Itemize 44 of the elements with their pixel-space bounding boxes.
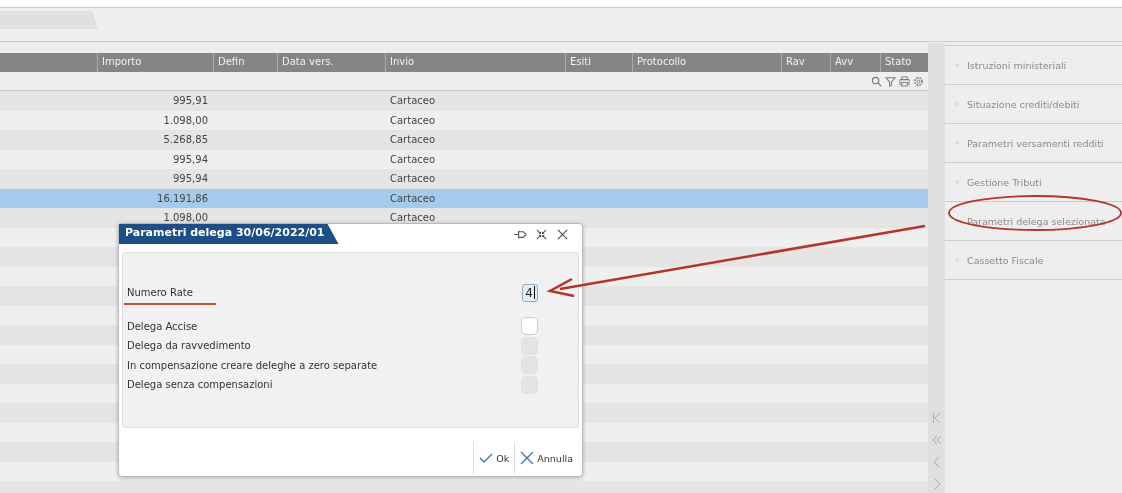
checkbox-label: Delega senza compensazioni [127,379,273,391]
table-cell: Cartaceo [390,95,436,107]
table-cell: Cartaceo [390,192,436,204]
field-label: Numero Rate [127,287,193,299]
sidebar-item[interactable]: Parametri delega selezionata [945,202,1122,241]
table-row[interactable]: 16.191,86 Cartaceo [0,188,928,208]
collapse-icon[interactable] [534,227,549,241]
table-cell: 995,91 [173,95,208,107]
sidebar-item[interactable]: Gestione Tributi [945,163,1122,202]
checkbox-label: In compensazione creare deleghe a zero separate [127,359,378,371]
dialog-title: Parametri delega 30/06/2022/01 [119,224,339,244]
checkbox-label: Delega Accise [127,320,198,332]
print-icon[interactable] [899,75,910,87]
close-icon[interactable] [555,227,570,241]
table-cell: Cartaceo [390,173,436,185]
sidebar-item[interactable]: Situazione crediti/debiti [945,85,1122,124]
table-cell: Cartaceo [390,212,436,224]
sidebar-item[interactable]: Parametri versamenti redditi [945,124,1122,163]
table-row[interactable]: 5.268,85 Cartaceo [0,130,928,150]
checkbox[interactable] [521,317,538,336]
table-cell: 1.098,00 [163,212,208,224]
search-icon[interactable] [871,75,882,87]
filter-icon[interactable] [885,75,896,87]
chevron-left-icon[interactable] [931,456,942,468]
settings-icon[interactable] [913,75,924,87]
table-cell: 995,94 [173,153,208,165]
table-cell: Cartaceo [390,153,436,165]
table-cell: Cartaceo [390,134,436,146]
check-icon [479,452,494,464]
table-cell: 16.191,86 [157,192,208,204]
input-field[interactable]: 4 [522,283,538,302]
table-cell: Cartaceo [390,114,436,126]
cross-icon [520,451,535,465]
table-row[interactable]: 995,94 Cartaceo [0,169,928,189]
table-row[interactable]: 995,91 Cartaceo [0,91,928,111]
checkbox-label: Delega da ravvedimento [127,340,251,352]
first-page-icon[interactable] [931,412,942,424]
table-cell: 995,94 [173,173,208,185]
sidebar-item[interactable]: Istruzioni ministeriali [945,46,1122,85]
sidebar-item[interactable]: Cassetto Fiscale [945,241,1122,280]
table-row[interactable]: 1.098,00 Cartaceo [0,208,928,228]
double-chevron-left-icon[interactable] [931,434,942,446]
table-cell: 1.098,00 [163,114,208,126]
table-cell: 5.268,85 [163,134,208,146]
